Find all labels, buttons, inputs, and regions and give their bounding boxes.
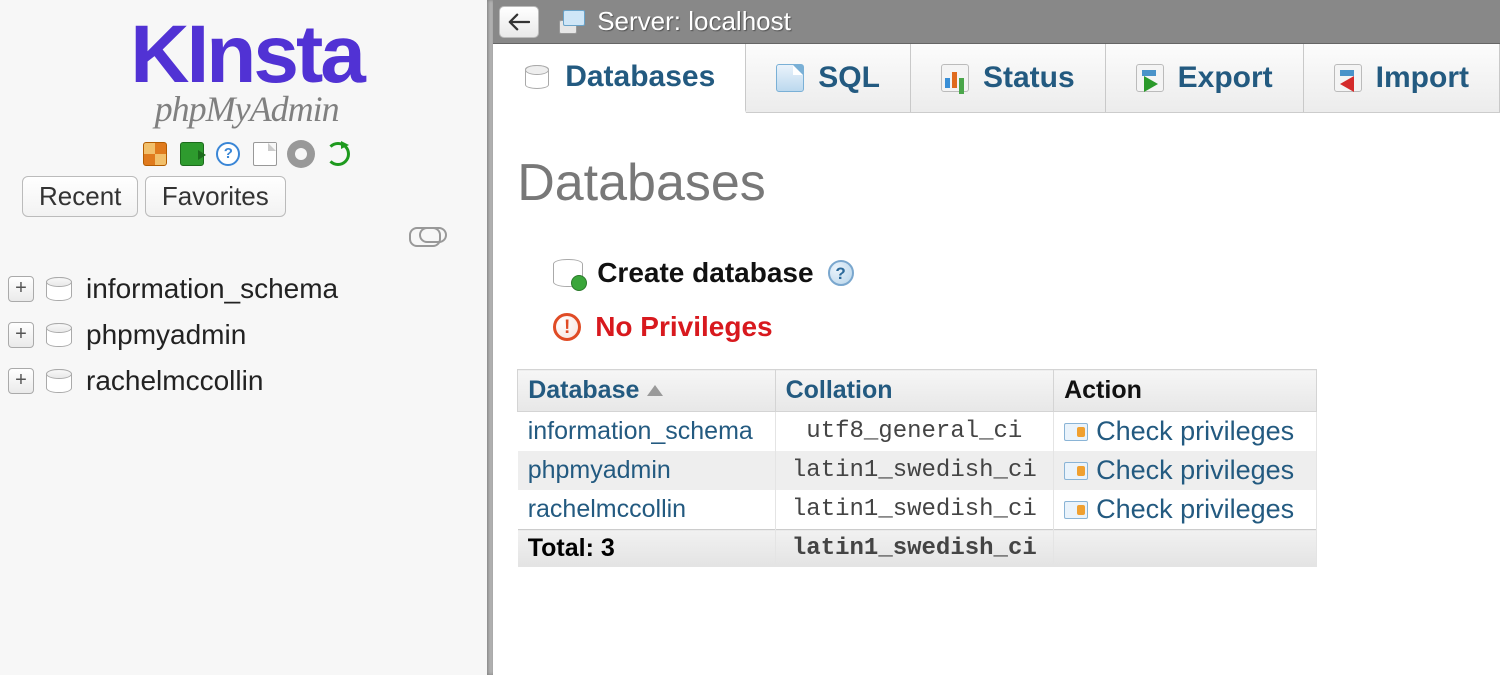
collation-cell: utf8_general_ci — [775, 412, 1054, 452]
settings-icon[interactable] — [289, 142, 313, 166]
page-title: Databases — [517, 153, 1476, 213]
collation-cell: latin1_swedish_ci — [775, 451, 1054, 490]
table-total-row: Total: 3 latin1_swedish_ci — [518, 530, 1317, 568]
action-cell[interactable]: Check privileges — [1064, 455, 1306, 486]
status-icon — [941, 64, 969, 92]
reload-icon[interactable] — [326, 142, 350, 166]
server-bar: Server: localhost — [493, 0, 1500, 44]
tree-item[interactable]: + rachelmccollin — [8, 358, 493, 404]
warning-icon: ! — [553, 313, 581, 341]
sidebar-tabs: Recent Favorites — [22, 176, 493, 217]
tree-item-label: phpmyadmin — [86, 319, 246, 351]
db-name-cell[interactable]: information_schema — [518, 412, 775, 452]
content: Databases Create database ? ! No Privile… — [493, 113, 1500, 567]
logout-icon[interactable] — [180, 142, 204, 166]
sidebar-toolbar: ? — [0, 142, 493, 166]
recent-button[interactable]: Recent — [22, 176, 138, 217]
privileges-icon — [1064, 423, 1088, 441]
db-name-cell[interactable]: phpmyadmin — [518, 451, 775, 490]
table-row: information_schema utf8_general_ci Check… — [518, 412, 1317, 452]
tree-item[interactable]: + phpmyadmin — [8, 312, 493, 358]
help-icon[interactable]: ? — [216, 142, 240, 166]
collation-cell: latin1_swedish_ci — [775, 490, 1054, 530]
database-icon — [46, 323, 72, 347]
import-icon — [1334, 64, 1362, 92]
action-cell[interactable]: Check privileges — [1064, 494, 1306, 525]
create-database-row: Create database ? — [553, 257, 1476, 289]
check-privileges-link[interactable]: Check privileges — [1096, 416, 1294, 447]
tab-label: Export — [1178, 61, 1273, 95]
total-label: Total: 3 — [518, 530, 775, 568]
main: Server: localhost Databases SQL Status E… — [493, 0, 1500, 675]
expand-icon[interactable]: + — [8, 276, 34, 302]
link-chain-icon[interactable] — [0, 227, 493, 248]
sql-icon — [776, 64, 804, 92]
table-row: phpmyadmin latin1_swedish_ci Check privi… — [518, 451, 1317, 490]
tab-status[interactable]: Status — [911, 44, 1106, 112]
db-name-cell[interactable]: rachelmccollin — [518, 490, 775, 530]
tab-export[interactable]: Export — [1106, 44, 1304, 112]
server-label: Server: localhost — [597, 6, 791, 37]
tab-label: Databases — [565, 60, 715, 94]
check-privileges-link[interactable]: Check privileges — [1096, 455, 1294, 486]
create-database-label: Create database — [597, 257, 813, 289]
col-action: Action — [1054, 370, 1317, 412]
total-collation: latin1_swedish_ci — [775, 530, 1054, 568]
expand-icon[interactable]: + — [8, 368, 34, 394]
tab-label: Import — [1376, 61, 1469, 95]
back-button[interactable] — [499, 6, 539, 38]
tree-item-label: rachelmccollin — [86, 365, 263, 397]
privileges-icon — [1064, 462, 1088, 480]
db-tree: + information_schema + phpmyadmin + rach… — [8, 266, 493, 404]
no-privileges-row: ! No Privileges — [553, 311, 1476, 343]
logo: KInsta phpMyAdmin — [0, 18, 493, 130]
database-icon — [46, 369, 72, 393]
no-privileges-label: No Privileges — [595, 311, 772, 343]
server-icon — [559, 10, 587, 34]
tab-sql[interactable]: SQL — [746, 44, 911, 112]
tab-label: Status — [983, 61, 1075, 95]
tab-databases[interactable]: Databases — [493, 44, 746, 113]
brand-subtitle: phpMyAdmin — [0, 88, 493, 130]
tab-label: SQL — [818, 61, 880, 95]
docs-icon[interactable] — [253, 142, 277, 166]
sort-asc-icon — [647, 385, 663, 396]
back-arrow-icon — [508, 13, 530, 31]
favorites-button[interactable]: Favorites — [145, 176, 286, 217]
tab-import[interactable]: Import — [1304, 44, 1500, 112]
databases-icon — [523, 63, 551, 91]
tree-item-label: information_schema — [86, 273, 338, 305]
privileges-icon — [1064, 501, 1088, 519]
database-add-icon — [553, 259, 583, 287]
col-collation[interactable]: Collation — [775, 370, 1054, 412]
databases-table: Database Collation Action information_sc… — [517, 369, 1317, 567]
database-icon — [46, 277, 72, 301]
brand-name: KInsta — [0, 18, 493, 92]
export-icon — [1136, 64, 1164, 92]
table-row: rachelmccollin latin1_swedish_ci Check p… — [518, 490, 1317, 530]
help-icon[interactable]: ? — [828, 260, 854, 286]
tree-item[interactable]: + information_schema — [8, 266, 493, 312]
action-cell[interactable]: Check privileges — [1064, 416, 1306, 447]
expand-icon[interactable]: + — [8, 322, 34, 348]
col-database[interactable]: Database — [518, 370, 775, 412]
home-icon[interactable] — [143, 142, 167, 166]
sidebar: KInsta phpMyAdmin ? Recent Favorites + i… — [0, 0, 493, 675]
check-privileges-link[interactable]: Check privileges — [1096, 494, 1294, 525]
main-tabs: Databases SQL Status Export Import — [493, 44, 1500, 113]
